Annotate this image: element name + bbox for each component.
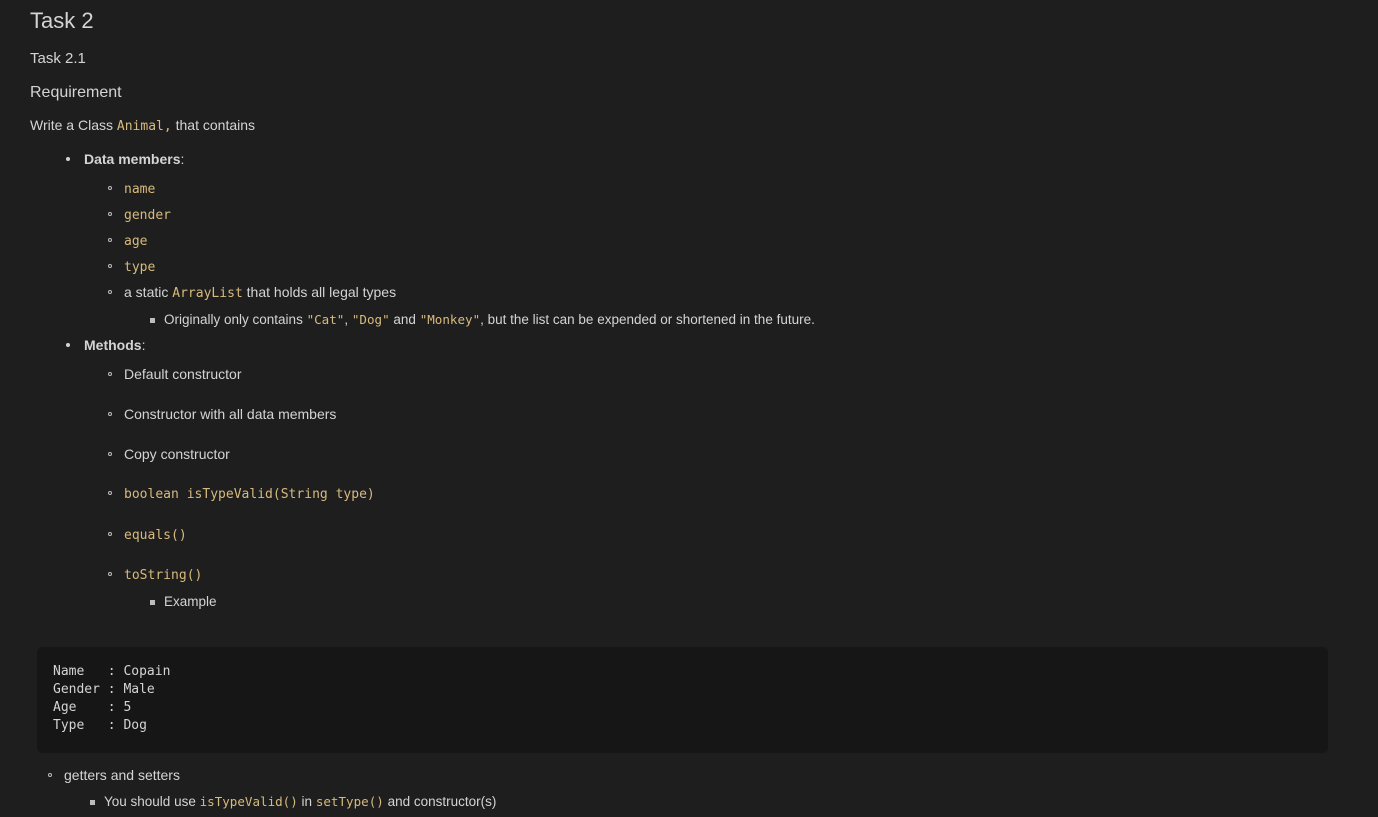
inline-code: name [124,181,156,197]
list-item: Example [150,592,1354,613]
inline-code: type [124,260,156,276]
section-items: name gender age type a static ArrayList that… [84,178,1354,336]
section-label-suffix: : [141,337,146,354]
text-run: , [344,312,352,328]
list-item: Originally only contains "Cat", "Dog" an… [150,310,1354,331]
tail-list: getters and setters You should use isTyp… [24,765,1354,817]
section-data-members: Data members: name gender age type a static A… [66,149,1354,336]
example-output-text: Name : Copain Gender : Male Age : 5 Type… [53,663,171,733]
list-item: toString() Example [108,564,1354,631]
inline-code: toString() [124,567,203,583]
list-item: You should use isTypeValid() in setType(… [90,792,1354,813]
section-label-suffix: : [180,150,185,167]
requirement-heading: Requirement [30,84,122,102]
inline-code: isTypeValid() [199,794,298,810]
inline-code: boolean isTypeValid(String type) [124,487,375,503]
text-run: , but the list can be expended or shorte… [480,312,815,328]
list-item: name [108,178,1354,204]
intro-text-before: Write a Class [30,116,117,133]
text-run: Copy constructor [124,445,230,462]
list-item: Default constructor [108,364,1354,404]
intro-paragraph: Write a Class Animal, that contains [24,104,1354,137]
section-label: Methods: [84,337,146,354]
requirement-list: Data members: name gender age type a static A… [24,149,1354,631]
text-run: a static [124,284,173,301]
list-item: getters and setters You should use isTyp… [48,765,1354,817]
getters-setters-label: getters and setters [64,766,180,783]
list-item: type [108,256,1354,282]
text-run: Default constructor [124,366,242,383]
section-methods: Methods: Default constructor Constructor w… [66,335,1354,631]
tail-note: You should use isTypeValid() in setType(… [104,794,496,809]
task-subtitle: Task 2.1 [30,49,86,67]
inline-code: "Monkey" [419,312,481,328]
inline-code: "Dog" [351,312,390,328]
list-item: equals() [108,524,1354,564]
list-item: Copy constructor [108,444,1354,484]
page-title: Task 2 [30,8,94,33]
inline-code: "Cat" [306,312,345,328]
inline-code: age [124,233,148,249]
sub-list: Example [124,592,1354,613]
intro-code-class-name: Animal, [116,118,172,134]
text-run: in [297,794,316,810]
list-item: a static ArrayList that holds all legal … [108,282,1354,335]
text-run: that holds all legal types [242,284,397,301]
text-run: and [389,312,420,328]
text-run: Example [164,593,217,609]
inline-code: equals() [124,527,187,543]
text-run: and constructor(s) [383,794,497,810]
text-run: You should use [104,794,200,810]
section-items: Default constructor Constructor with all … [84,364,1354,631]
intro-text-after: that contains [171,116,256,133]
inline-code: ArrayList [172,286,243,302]
list-item: age [108,230,1354,256]
list-item: gender [108,204,1354,230]
list-item: boolean isTypeValid(String type) [108,483,1354,523]
inline-code: setType() [315,794,384,810]
sub-list: Originally only contains "Cat", "Dog" an… [124,310,1354,331]
text-run: Constructor with all data members [124,405,337,422]
list-item: Constructor with all data members [108,404,1354,444]
example-output-code-block: Name : Copain Gender : Male Age : 5 Type… [37,646,1328,753]
section-label: Data members: [84,150,185,167]
tail-sublist: You should use isTypeValid() in setType(… [64,792,1354,813]
document-body: Task 2 Task 2.1 Requirement Write a Clas… [0,0,1378,817]
inline-code: gender [124,207,172,223]
text-run: Originally only contains [164,312,307,328]
